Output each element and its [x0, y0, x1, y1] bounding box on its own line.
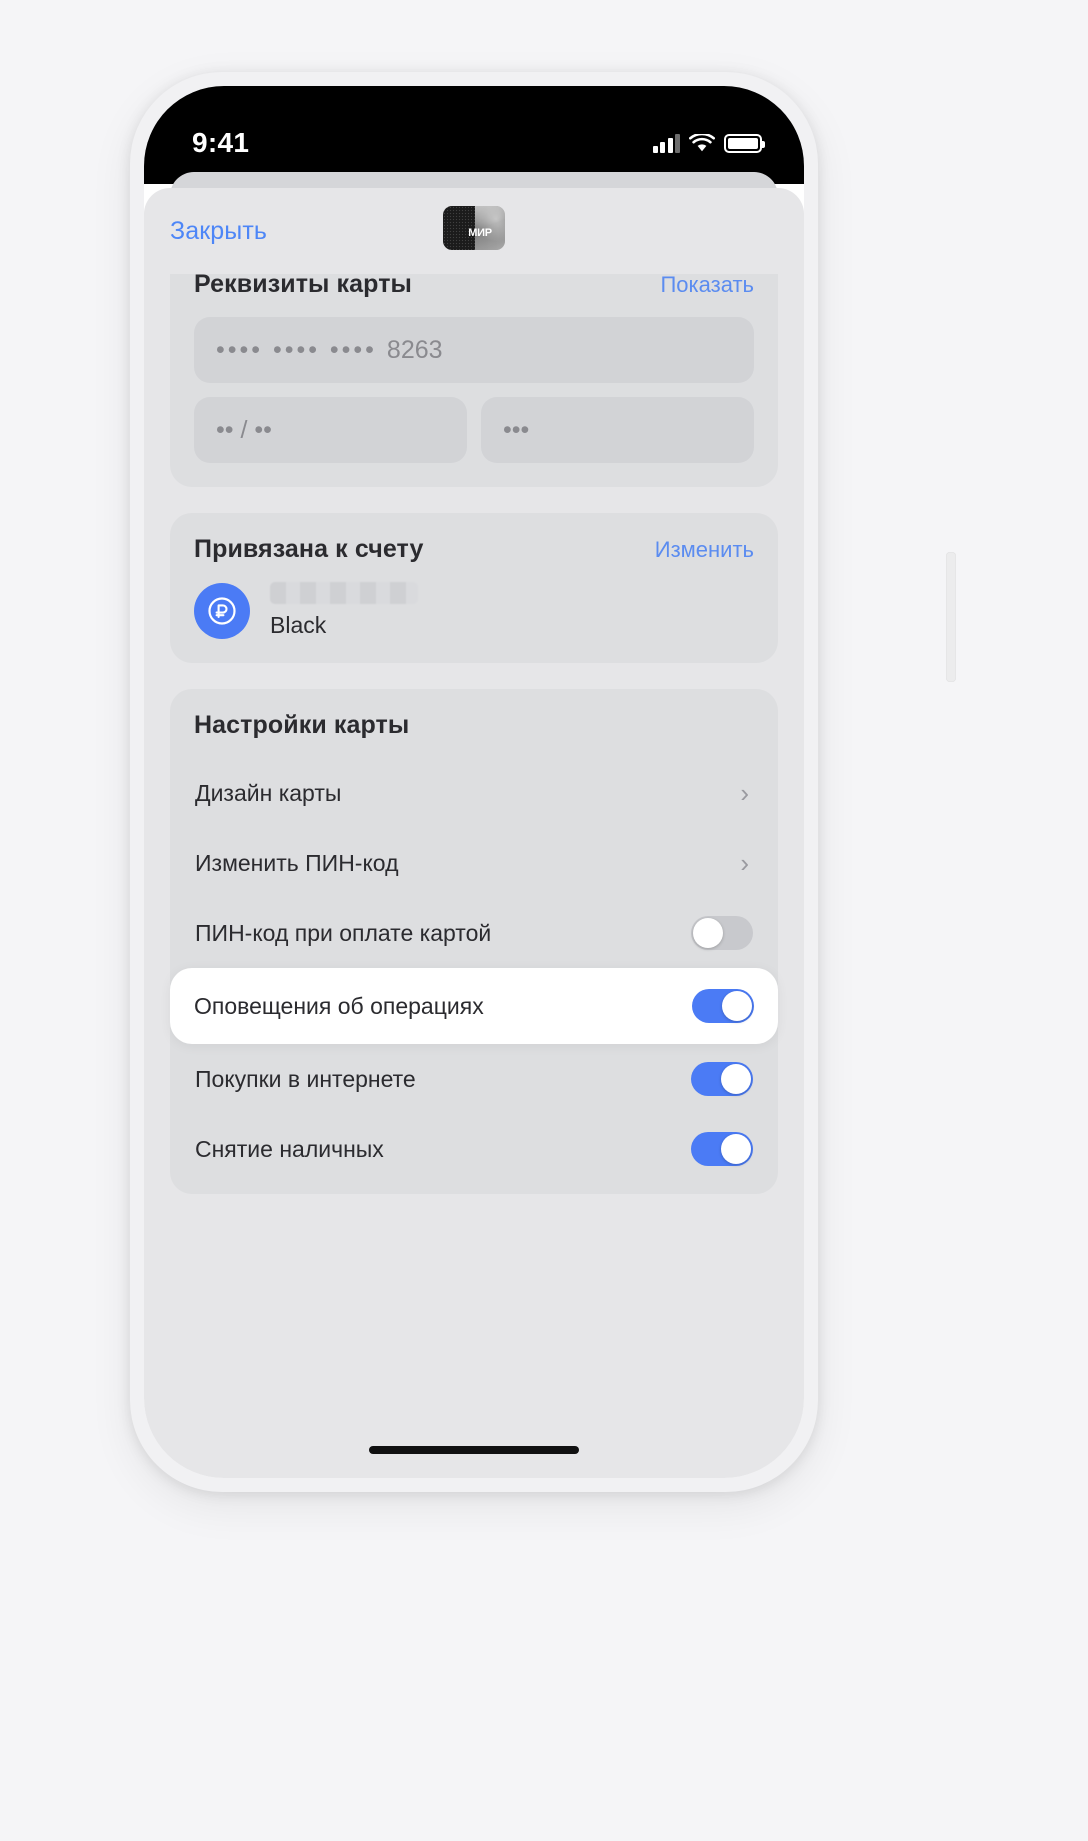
card-settings-block: Настройки карты Дизайн карты › Изменить …: [170, 689, 778, 1194]
linked-account-block: Привязана к счету Изменить Black: [170, 513, 778, 663]
toggle-cash-withdrawal[interactable]: [691, 1132, 753, 1166]
toggle-knob: [721, 1064, 751, 1094]
toggle-knob: [721, 1134, 751, 1164]
settings-row-cash-withdrawal[interactable]: Снятие наличных: [194, 1114, 754, 1184]
card-settings-header: Настройки карты: [194, 711, 754, 740]
settings-row-transaction-alerts[interactable]: Оповещения об операциях: [170, 968, 778, 1044]
toggle-transaction-alerts[interactable]: [692, 989, 754, 1023]
card-details-header: Реквизиты карты Показать: [194, 274, 754, 299]
wifi-icon: [689, 133, 715, 153]
account-name-redacted: [270, 582, 418, 604]
ruble-currency-icon: [194, 582, 250, 639]
chevron-right-icon: ›: [740, 848, 749, 878]
status-bar-icons: [652, 133, 765, 153]
card-number-field[interactable]: •••• •••• •••• 8263: [194, 317, 754, 383]
mir-card-icon: МИР: [443, 206, 505, 250]
linked-account-title: Привязана к счету: [194, 535, 424, 563]
settings-row-card-design[interactable]: Дизайн карты ›: [194, 758, 754, 828]
card-expiry-field[interactable]: •• / ••: [194, 397, 467, 463]
toggle-knob: [722, 991, 752, 1021]
power-button[interactable]: [946, 552, 956, 682]
account-tier-label: Black: [270, 612, 327, 638]
settings-label: Оповещения об операциях: [194, 992, 484, 1019]
toggle-pin-on-payment[interactable]: [691, 916, 753, 950]
show-card-details-button[interactable]: Показать: [660, 274, 754, 298]
settings-label: Дизайн карты: [195, 779, 342, 806]
card-expiry-cvv-row: •• / •• •••: [194, 397, 754, 463]
sheet-header: Закрыть МИР: [144, 188, 804, 274]
phone-screen: 9:41 Закрыть МИР Реквизиты карты Показат…: [144, 86, 804, 1478]
linked-account-header: Привязана к счету Изменить: [194, 535, 754, 564]
phone-frame: 9:41 Закрыть МИР Реквизиты карты Показат…: [130, 72, 956, 1492]
settings-label: ПИН-код при оплате картой: [195, 919, 492, 946]
screenshot-stage: 9:41 Закрыть МИР Реквизиты карты Показат…: [0, 0, 1088, 1841]
toggle-online-purchases[interactable]: [691, 1062, 753, 1096]
settings-label: Изменить ПИН-код: [195, 849, 399, 876]
linked-account-row[interactable]: Black: [194, 582, 754, 639]
sheet-scroll-area[interactable]: Реквизиты карты Показать •••• •••• •••• …: [144, 274, 804, 1478]
card-cvv-field[interactable]: •••: [481, 397, 754, 463]
mir-logo-text: МИР: [468, 227, 492, 239]
card-details-block: Реквизиты карты Показать •••• •••• •••• …: [170, 274, 778, 487]
settings-label: Снятие наличных: [195, 1135, 384, 1162]
chevron-right-icon: ›: [740, 778, 749, 808]
card-settings-sheet: Закрыть МИР Реквизиты карты Показать •••…: [144, 188, 804, 1478]
close-button[interactable]: Закрыть: [170, 217, 267, 246]
cellular-signal-icon: [652, 133, 680, 153]
card-number-last4: 8263: [386, 335, 443, 364]
settings-label: Покупки в интернете: [195, 1065, 416, 1092]
settings-row-online-purchases[interactable]: Покупки в интернете: [194, 1044, 754, 1114]
card-details-title: Реквизиты карты: [194, 274, 412, 298]
sheet-scroll-content: Реквизиты карты Показать •••• •••• •••• …: [144, 274, 804, 1220]
card-number-mask: •••• •••• ••••: [216, 335, 377, 364]
toggle-knob: [693, 918, 723, 948]
linked-account-text: Black: [270, 582, 418, 639]
settings-row-change-pin[interactable]: Изменить ПИН-код ›: [194, 828, 754, 898]
status-bar: 9:41: [144, 86, 804, 184]
battery-full-icon: [724, 133, 765, 153]
settings-row-pin-on-payment[interactable]: ПИН-код при оплате картой: [194, 898, 754, 968]
change-account-button[interactable]: Изменить: [655, 537, 754, 563]
home-indicator[interactable]: [369, 1446, 579, 1454]
card-settings-title: Настройки карты: [194, 711, 410, 739]
status-bar-time: 9:41: [192, 127, 250, 158]
